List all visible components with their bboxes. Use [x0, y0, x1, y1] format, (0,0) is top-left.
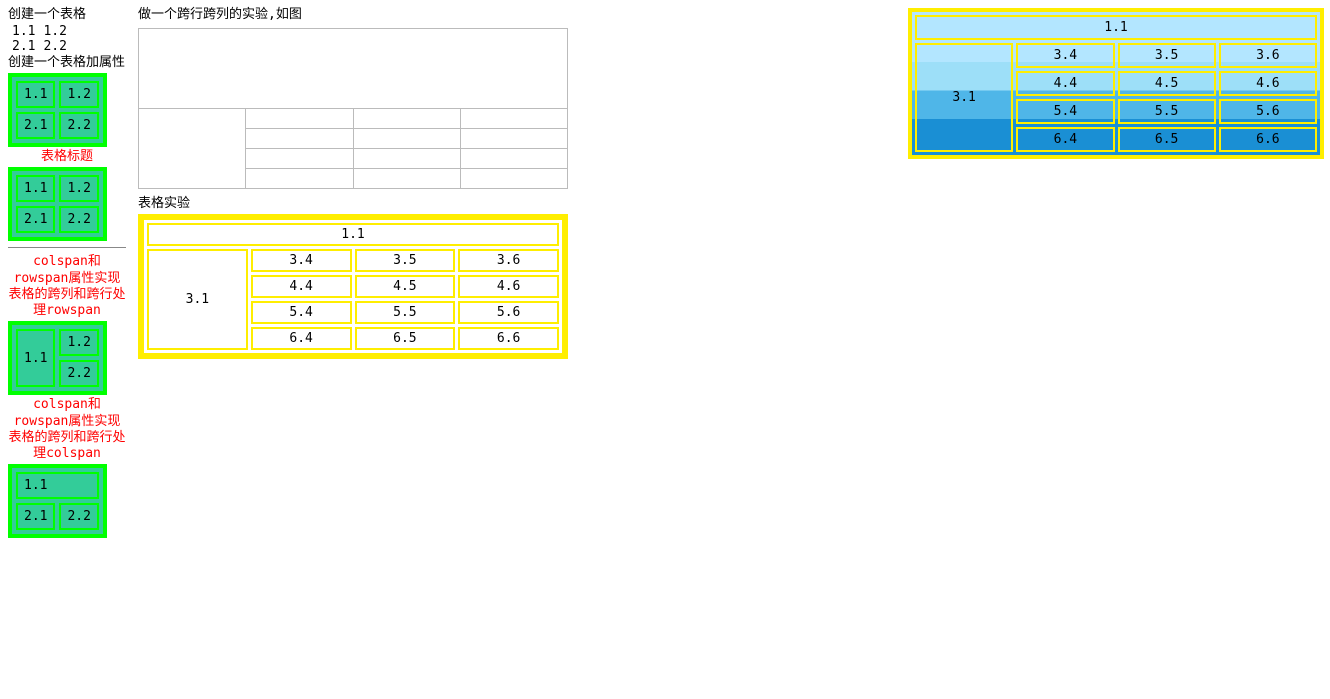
cell: 3.4 — [1016, 43, 1114, 68]
green-table-colspan: 1.1 2.1 2.2 — [8, 464, 107, 538]
cell: 1.1 — [16, 175, 55, 202]
cell: 1.2 — [59, 329, 98, 356]
cell: 5.4 — [251, 301, 352, 324]
cell — [353, 148, 460, 168]
table-row: 3.1 3.4 3.5 3.6 — [147, 249, 559, 272]
table-row: 1.1 — [915, 15, 1317, 40]
cell: 6.4 — [1016, 127, 1114, 152]
caption-rowspan: colspan和rowspan属性实现表格的跨列和跨行处理rowspan — [8, 254, 126, 319]
green-table-2: 1.11.2 2.12.2 — [8, 167, 107, 241]
cell: 1.2 — [39, 24, 70, 39]
plain-table: 1.11.2 2.12.2 — [8, 24, 71, 54]
table-row: 1.1 — [147, 223, 559, 246]
table-row: 2.12.2 — [16, 206, 99, 233]
table-row: 1.11.2 — [8, 24, 71, 39]
cell — [246, 148, 353, 168]
cell — [246, 128, 353, 148]
cell: 4.6 — [458, 275, 559, 298]
caption-table-title: 表格标题 — [8, 149, 126, 165]
heading-table-experiment: 表格实验 — [138, 195, 578, 213]
cell: 1.2 — [59, 81, 98, 108]
cell: 5.5 — [1118, 99, 1216, 124]
cell: 2.2 — [59, 206, 98, 233]
green-table-1: 1.11.2 2.12.2 — [8, 73, 107, 147]
table-row — [139, 28, 568, 108]
cell: 3.1 — [147, 249, 248, 350]
green-table-rowspan: 1.1 1.2 2.2 — [8, 321, 107, 395]
caption-colspan: colspan和rowspan属性实现表格的跨列和跨行处理colspan — [8, 397, 126, 462]
separator — [8, 247, 126, 248]
cell — [460, 128, 567, 148]
cell — [353, 128, 460, 148]
cell — [353, 168, 460, 188]
cell: 5.6 — [458, 301, 559, 324]
cell: 1.1 — [147, 223, 559, 246]
cell — [246, 108, 353, 128]
cell: 1.1 — [16, 472, 99, 499]
sky-table: 1.1 3.1 3.4 3.5 3.6 4.4 4.5 4.6 5.4 5.5 … — [908, 8, 1324, 159]
cell: 2.2 — [59, 503, 98, 530]
cell — [460, 168, 567, 188]
cell: 2.1 — [16, 206, 55, 233]
table-row: 2.12.2 — [8, 39, 71, 54]
cell: 5.6 — [1219, 99, 1317, 124]
table-row: 2.1 2.2 — [16, 503, 99, 530]
table-row: 1.11.2 — [16, 81, 99, 108]
cell: 1.2 — [59, 175, 98, 202]
cell: 6.5 — [1118, 127, 1216, 152]
cell — [460, 108, 567, 128]
heading-create-table: 创建一个表格 — [8, 6, 126, 24]
cell: 3.1 — [915, 43, 1013, 152]
right-column: 1.1 3.1 3.4 3.5 3.6 4.4 4.5 4.6 5.4 5.5 … — [908, 8, 1324, 159]
cell: 1.1 — [915, 15, 1317, 40]
gray-preview-table — [138, 28, 568, 189]
cell: 1.1 — [8, 24, 39, 39]
cell: 1.1 — [16, 329, 55, 387]
table-row: 3.1 3.4 3.5 3.6 — [915, 43, 1317, 68]
cell: 2.2 — [39, 39, 70, 54]
cell: 6.6 — [1219, 127, 1317, 152]
heading-experiment: 做一个跨行跨列的实验,如图 — [138, 6, 578, 24]
cell: 6.5 — [355, 327, 456, 350]
cell: 6.4 — [251, 327, 352, 350]
cell: 3.5 — [355, 249, 456, 272]
cell — [246, 168, 353, 188]
cell: 3.4 — [251, 249, 352, 272]
table-row: 2.12.2 — [16, 112, 99, 139]
heading-create-table-with-attr: 创建一个表格加属性 — [8, 54, 126, 72]
cell: 1.1 — [16, 81, 55, 108]
cell: 4.5 — [355, 275, 456, 298]
cell — [139, 108, 246, 188]
cell: 2.1 — [8, 39, 39, 54]
cell: 3.6 — [1219, 43, 1317, 68]
cell: 6.6 — [458, 327, 559, 350]
left-column: 创建一个表格 1.11.2 2.12.2 创建一个表格加属性 1.11.2 2.… — [8, 6, 126, 540]
cell: 3.6 — [458, 249, 559, 272]
cell: 2.1 — [16, 503, 55, 530]
cell — [353, 108, 460, 128]
cell: 2.2 — [59, 112, 98, 139]
middle-column: 做一个跨行跨列的实验,如图 表格实验 1.1 3.1 3.4 3.5 3.6 4… — [138, 6, 578, 359]
cell — [139, 28, 568, 108]
cell: 2.1 — [16, 112, 55, 139]
yellow-table: 1.1 3.1 3.4 3.5 3.6 4.4 4.5 4.6 5.4 5.5 … — [138, 214, 568, 359]
cell — [460, 148, 567, 168]
cell: 4.6 — [1219, 71, 1317, 96]
table-row: 1.1 1.2 — [16, 329, 99, 356]
table-row: 1.1 — [16, 472, 99, 499]
cell: 4.4 — [251, 275, 352, 298]
cell: 4.4 — [1016, 71, 1114, 96]
table-row: 1.11.2 — [16, 175, 99, 202]
cell: 3.5 — [1118, 43, 1216, 68]
cell: 5.4 — [1016, 99, 1114, 124]
cell: 5.5 — [355, 301, 456, 324]
cell: 4.5 — [1118, 71, 1216, 96]
cell: 2.2 — [59, 360, 98, 387]
table-row — [139, 108, 568, 128]
